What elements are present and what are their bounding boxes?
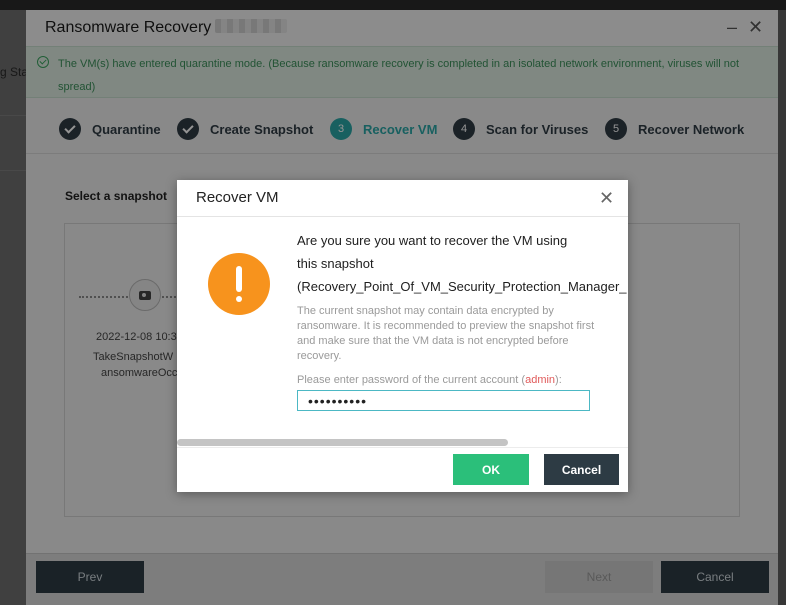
recover-vm-dialog: Recover VM ✕ Are you sure you want to re… — [177, 180, 628, 492]
close-icon[interactable]: ✕ — [599, 188, 614, 208]
confirm-question: this snapshot — [297, 256, 374, 271]
divider — [177, 447, 628, 448]
divider — [177, 216, 628, 217]
password-input[interactable] — [297, 390, 590, 411]
horizontal-scrollbar[interactable] — [177, 439, 508, 446]
confirm-question: Are you sure you want to recover the VM … — [297, 233, 568, 248]
snapshot-name: (Recovery_Point_Of_VM_Security_Protectio… — [297, 279, 627, 294]
warning-description: The current snapshot may contain data en… — [297, 305, 595, 362]
current-user: admin — [525, 374, 556, 386]
warning-icon — [208, 253, 270, 315]
password-label: Please enter password of the current acc… — [297, 374, 562, 386]
modal-title: Recover VM — [196, 189, 279, 206]
password-label-text: Please enter password of the current acc… — [297, 374, 526, 386]
cancel-button[interactable]: Cancel — [544, 454, 619, 485]
password-label-text: ): — [555, 374, 562, 386]
ok-button[interactable]: OK — [453, 454, 529, 485]
